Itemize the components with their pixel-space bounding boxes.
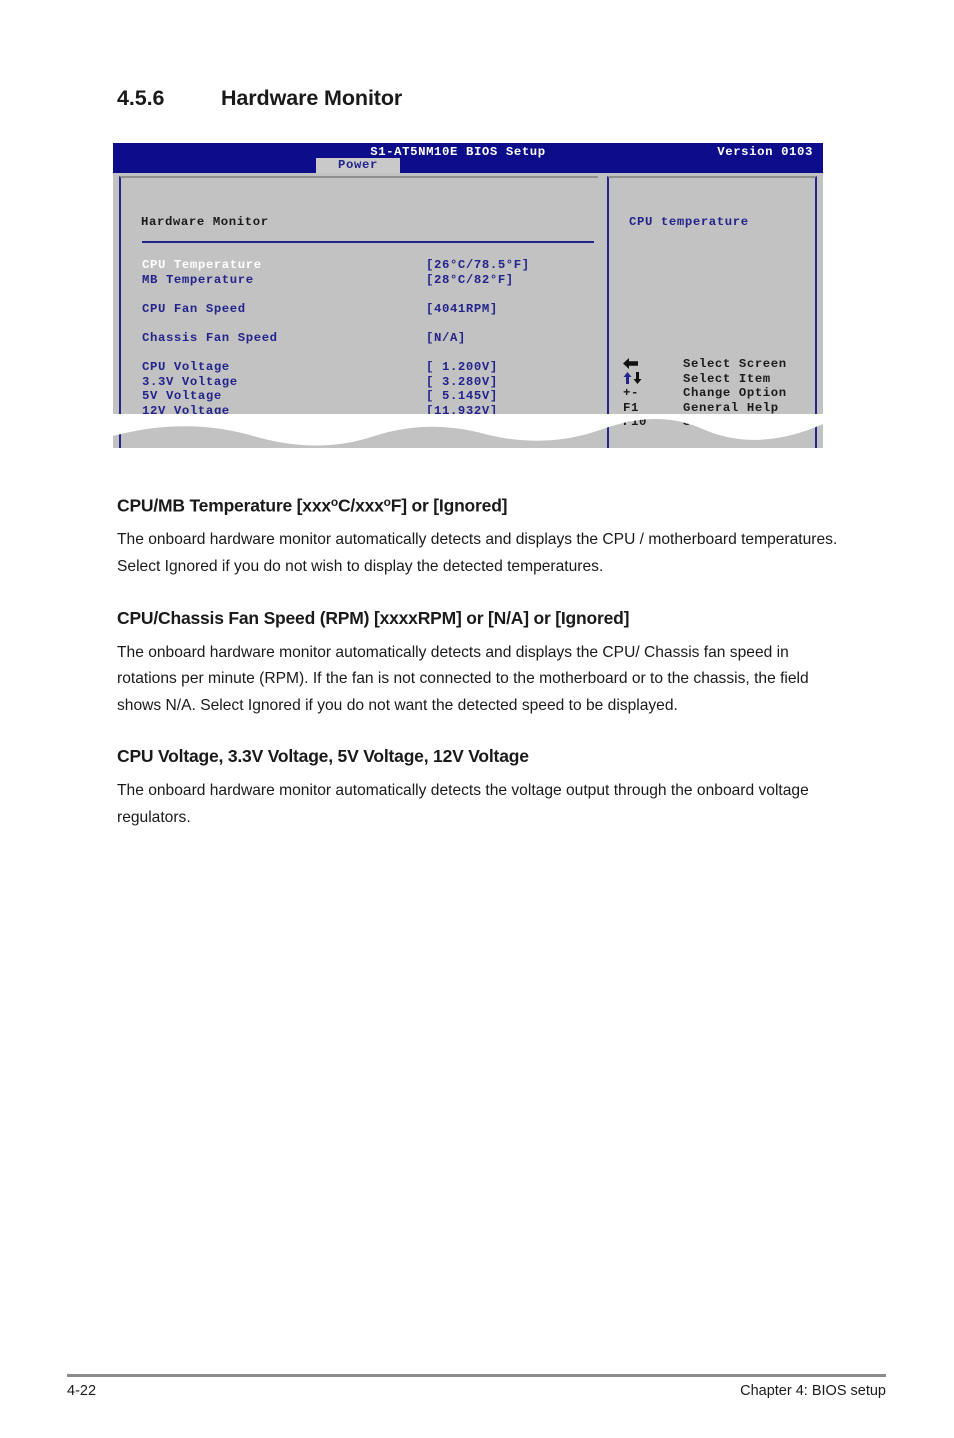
section-heading: CPU/MB Temperature [xxxoC/xxxoF] or [Ign… — [117, 495, 842, 516]
legend-key-left-arrow — [623, 357, 679, 372]
heading-part: CPU/MB Temperature [xxx — [117, 495, 331, 516]
footer-page-number: 4-22 — [67, 1383, 97, 1399]
hardware-monitor-row[interactable]: CPU Voltage [ 1.200V] — [142, 360, 597, 375]
monitor-item-value: [26°C/78.5°F] — [426, 258, 530, 272]
section-body: The onboard hardware monitor automatical… — [117, 531, 838, 575]
section-voltages: CPU Voltage, 3.3V Voltage, 5V Voltage, 1… — [117, 746, 842, 831]
degree-superscript: o — [330, 495, 338, 509]
bios-setup-screen: S1-AT5NM10E BIOS Setup Version 0103 Powe… — [113, 143, 823, 448]
footer-divider — [67, 1374, 886, 1377]
monitor-item-label: 3.3V Voltage — [142, 374, 238, 389]
bios-main-panel: Hardware Monitor CPU Temperature [26°C/78… — [119, 176, 598, 448]
bios-body: Hardware Monitor CPU Temperature [26°C/78… — [113, 173, 823, 448]
monitor-item-value: [4041RPM] — [426, 301, 498, 316]
hardware-monitor-row[interactable]: 3.3V Voltage [ 3.280V] — [142, 375, 597, 390]
hardware-monitor-row[interactable]: MB Temperature [28°C/82°F] — [142, 273, 597, 288]
legend-description: Change Option — [683, 386, 787, 401]
hardware-monitor-row[interactable]: CPU Temperature [26°C/78.5°F] — [142, 258, 597, 273]
footer-chapter: Chapter 4: BIOS setup — [740, 1383, 886, 1399]
section-fan-speed: CPU/Chassis Fan Speed (RPM) [xxxxRPM] or… — [117, 608, 842, 720]
legend-key-plus-minus: +- — [623, 386, 639, 401]
hardware-monitor-row[interactable]: CPU Fan Speed [4041RPM] — [142, 302, 597, 317]
section-body: The onboard hardware monitor automatical… — [117, 782, 809, 826]
hardware-monitor-list: CPU Temperature [26°C/78.5°F] MB Temperatu… — [142, 258, 597, 419]
monitor-item-value: [N/A] — [426, 330, 466, 345]
bios-titlebar: S1-AT5NM10E BIOS Setup Version 0103 Powe… — [113, 143, 823, 173]
degree-superscript: o — [383, 495, 391, 509]
monitor-item-label: MB Temperature — [142, 272, 254, 287]
legend-description: Select Item — [683, 371, 771, 386]
heading-part: F] or [Ignored] — [390, 495, 508, 516]
section-cpu-mb-temperature: CPU/MB Temperature [xxxoC/xxxoF] or [Ign… — [117, 495, 842, 581]
monitor-item-label: Chassis Fan Speed — [142, 330, 278, 345]
section-number: 4.5.6 — [117, 86, 165, 110]
section-body: The onboard hardware monitor automatical… — [117, 643, 809, 714]
section-title: Hardware Monitor — [221, 86, 403, 110]
legend-row: Select Screen — [623, 357, 818, 372]
legend-description: General Help — [683, 400, 779, 415]
monitor-item-value: [ 5.145V] — [426, 389, 498, 404]
legend-row: Select Item — [623, 371, 818, 387]
legend-row: +- Change Option — [623, 386, 818, 401]
tab-power[interactable]: Power — [316, 158, 400, 173]
legend-key-up-down-arrows — [623, 371, 679, 387]
monitor-item-label: CPU Voltage — [142, 360, 230, 375]
up-down-arrows-icon — [623, 371, 642, 384]
left-arrow-icon — [623, 358, 638, 369]
hardware-monitor-row[interactable]: Chassis Fan Speed [N/A] — [142, 331, 597, 346]
bios-section-divider — [142, 241, 594, 243]
section-heading: CPU Voltage, 3.3V Voltage, 5V Voltage, 1… — [117, 746, 529, 767]
hardware-monitor-row[interactable]: 5V Voltage [ 5.145V] — [142, 389, 597, 404]
monitor-item-value: [ 3.280V] — [426, 374, 498, 389]
bios-help-text: CPU temperature — [629, 215, 749, 229]
monitor-item-value: [ 1.200V] — [426, 360, 498, 375]
page-title: 4.5.6 Hardware Monitor — [117, 86, 402, 111]
monitor-item-label: CPU Temperature — [142, 258, 262, 272]
legend-description: Select Screen — [683, 357, 787, 371]
bios-version: Version 0103 — [717, 145, 813, 159]
heading-part: C/xxx — [337, 495, 384, 516]
torn-edge-decoration — [113, 414, 823, 446]
body-content: CPU/MB Temperature [xxxoC/xxxoF] or [Ign… — [117, 495, 842, 859]
bios-section-title: Hardware Monitor — [141, 215, 269, 229]
monitor-item-label: CPU Fan Speed — [142, 301, 246, 316]
monitor-item-value: [28°C/82°F] — [426, 272, 514, 287]
bios-help-panel: CPU temperature Select Screen Select Item… — [607, 176, 817, 448]
section-heading: CPU/Chassis Fan Speed (RPM) [xxxxRPM] or… — [117, 607, 630, 628]
monitor-item-label: 5V Voltage — [142, 389, 222, 404]
